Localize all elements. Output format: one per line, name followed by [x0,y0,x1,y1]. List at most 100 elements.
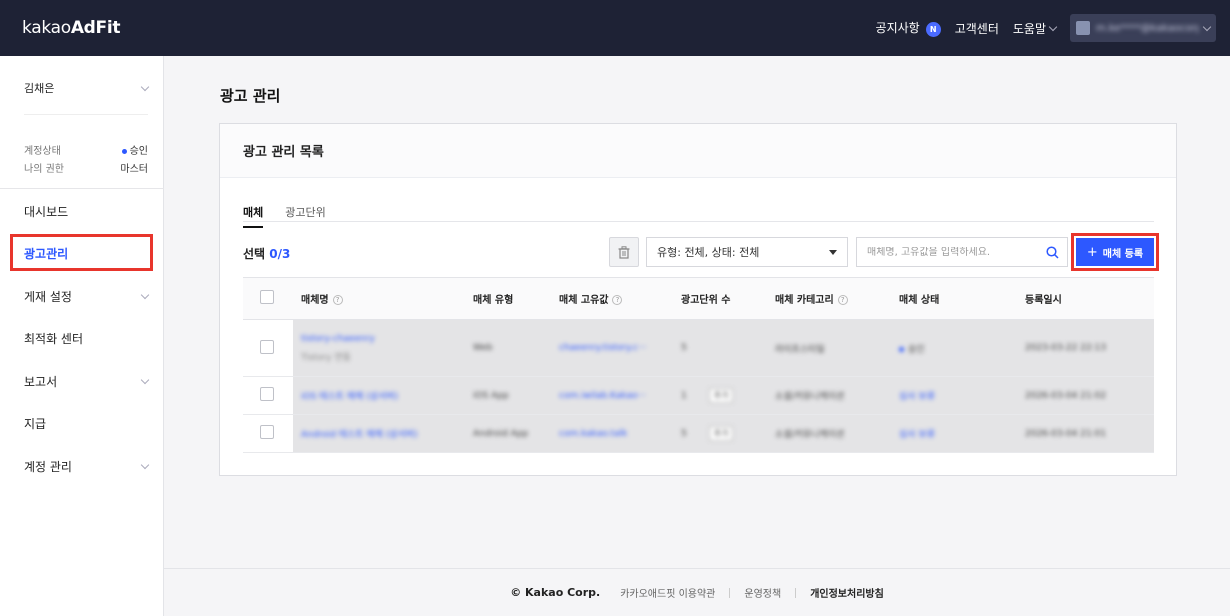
table-row[interactable]: tistory-chaeenry Tistory 연동 Web chaeenry.… [243,319,1154,377]
ad-unit-count: 5 [681,343,687,353]
search-icon[interactable] [1046,245,1059,259]
delete-button[interactable] [609,237,639,267]
policy-link[interactable]: 운영정책 [744,585,781,600]
account-dropdown[interactable]: m.ke****@kakaocorp... [1070,14,1216,42]
filter-select[interactable]: 유형: 전체, 상태: 전체 [646,237,848,267]
divider [729,587,731,598]
registered-date: 2023-03-22 22:13 [1025,343,1107,353]
help-dropdown[interactable]: 도움말 [1013,20,1058,37]
ad-unit-count: 5 [681,429,687,439]
sidebar: 김채은 계정상태 승인 나의 권한 마스터 대시보드 광고관리 게재 설정 최적… [0,56,164,616]
card-title: 광고 관리 목록 [220,124,1176,178]
sidebar-item-payment[interactable]: 지급 [24,415,148,432]
media-name-link[interactable]: tistory-chaeenry [301,334,375,344]
table-row[interactable]: iOS 테스트 매체 (삼서버) iOS App com.iwilab.Kaka… [243,376,1154,415]
divider [24,114,148,115]
media-type: Android App [473,428,529,439]
ad-list-card: 광고 관리 목록 매체 광고단위 선택 0/3 유형: 전체, 상태: 전체 +… [219,123,1177,476]
media-type: iOS App [473,390,509,401]
media-type: Web [473,343,493,353]
kakao-adfit-logo[interactable]: kakaoAdFit [22,18,121,38]
sidebar-item-dashboard[interactable]: 대시보드 [24,203,148,220]
chevron-down-icon [140,82,150,91]
column-header: 매체명 [301,295,329,306]
column-header: 매체 고유값 [559,295,609,306]
column-header: 광고단위 수 [673,277,767,320]
media-name-link[interactable]: Android 테스트 매체 (삼서버) [301,430,418,440]
media-status: 심사 보류 [899,392,935,402]
page-title: 광고 관리 [220,87,281,105]
top-header: kakaoAdFit 공지사항 N 고객센터 도움말 m.ke****@kakao… [0,0,1230,56]
caret-down-icon [829,249,837,255]
table-header-row: 매체명? 매체 유형 매체 고유값? 광고단위 수 매체 카테고리? 매체 상태… [243,277,1154,320]
column-header: 매체 유형 [465,277,551,320]
trash-icon [618,245,630,259]
media-id[interactable]: com.iwilab.Kakao··· [559,391,646,401]
tab-ad-units[interactable]: 광고단위 [285,204,325,228]
terms-link[interactable]: 카카오애드핏 이용약관 [620,585,715,600]
account-role-value: 마스터 [120,164,148,175]
highlight-box [10,234,153,271]
plus-icon: + [1086,244,1098,260]
help-icon[interactable]: ? [332,295,343,305]
table-row[interactable]: Android 테스트 매체 (삼서버) Android App com.kak… [243,414,1154,453]
media-id[interactable]: chaeenry.tistory.c··· [559,343,646,353]
registered-date: 2026-03-04 21:01 [1025,428,1107,439]
tab-media[interactable]: 매체 [243,204,264,228]
row-checkbox[interactable] [260,425,274,439]
add-ad-unit-button[interactable]: 추가 [708,388,734,403]
media-category: 소셜/커뮤니케이션 [775,430,845,440]
media-name-sub: Tistory 연동 [301,352,351,363]
notice-link[interactable]: 공지사항 N [876,19,941,37]
ad-unit-count: 1 [681,391,687,401]
account-status-value: 승인 [129,146,148,157]
footer: © Kakao Corp. 카카오애드핏 이용약관 운영정책 개인정보처리방침 [164,568,1230,616]
selection-count: 선택 0/3 [243,247,291,261]
row-checkbox[interactable] [260,339,274,354]
status-dot-icon [121,148,127,154]
user-name: 김채은 [24,82,55,95]
help-icon[interactable]: ? [837,295,848,305]
media-id[interactable]: com.kakao.talk [559,429,627,439]
support-link[interactable]: 고객센터 [955,20,999,37]
media-name-link[interactable]: iOS 테스트 매체 (삼서버) [301,392,398,402]
account-role-row: 나의 권한 마스터 [24,160,148,175]
row-checkbox[interactable] [260,387,274,401]
new-badge: N [925,22,941,37]
privacy-link[interactable]: 개인정보처리방침 [810,585,884,600]
column-header: 매체 상태 [891,277,1017,320]
registered-date: 2026-03-04 21:02 [1025,390,1107,401]
divider [795,587,797,598]
account-status-row: 계정상태 승인 [24,146,148,157]
chevron-down-icon [140,375,150,385]
user-selector[interactable]: 김채은 [24,80,150,96]
media-status: 심사 보류 [899,430,935,440]
sidebar-item-account-management[interactable]: 계정 관리 [24,458,150,475]
account-email: m.ke****@kakaocorp... [1096,22,1198,34]
column-header: 매체 카테고리 [775,295,834,306]
add-ad-unit-button[interactable]: 추가 [708,426,734,441]
register-media-button[interactable]: + 매체 등록 [1076,238,1154,266]
media-status: 승인 [908,344,925,355]
help-icon[interactable]: ? [612,295,623,305]
sidebar-item-placement-settings[interactable]: 게재 설정 [24,288,150,305]
select-all-checkbox[interactable] [260,290,274,304]
chevron-down-icon [140,290,150,300]
tab-bar: 매체 광고단위 [243,204,326,228]
top-nav: 공지사항N 고객센터 도움말 m.ke****@kakaocorp... [876,0,1216,56]
copyright: © Kakao Corp. [510,586,601,599]
divider [0,188,164,189]
account-avatar [1076,21,1090,35]
chevron-down-icon [1202,22,1212,31]
highlight-box: + 매체 등록 [1071,233,1159,271]
chevron-down-icon [140,460,150,470]
search-box [856,237,1068,267]
status-dot-icon [899,346,904,352]
media-category: 라이프스타일 [775,344,825,355]
media-table: 매체명? 매체 유형 매체 고유값? 광고단위 수 매체 카테고리? 매체 상태… [243,277,1154,453]
chevron-down-icon [1048,22,1058,31]
sidebar-item-reports[interactable]: 보고서 [24,373,150,390]
media-category: 소셜/커뮤니케이션 [775,392,845,402]
search-input[interactable] [867,246,1046,258]
sidebar-item-optimization-center[interactable]: 최적화 센터 [24,330,148,347]
